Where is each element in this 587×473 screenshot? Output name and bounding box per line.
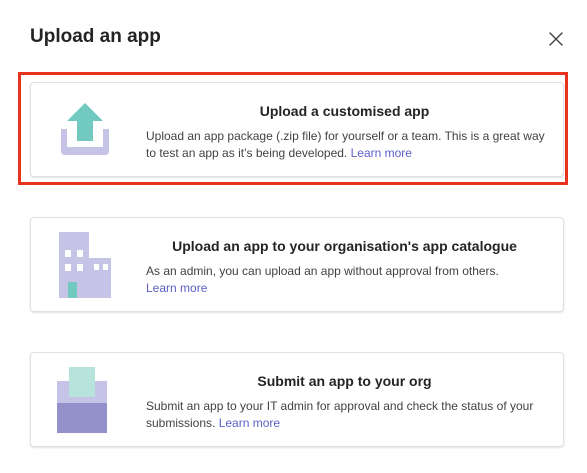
close-icon: [549, 32, 563, 46]
dialog-title: Upload an app: [30, 26, 161, 47]
option-title: Submit an app to your org: [257, 373, 432, 389]
option-description: As an admin, you can upload an app witho…: [146, 263, 545, 296]
building-icon: [55, 232, 115, 298]
upload-app-dialog: Upload an app Upload a customised app Up…: [0, 0, 587, 473]
option-title: Upload a customised app: [259, 103, 430, 119]
inbox-submit-icon: [55, 367, 115, 433]
close-button[interactable]: [545, 28, 567, 50]
option-upload-org-catalogue[interactable]: Upload an app to your organisation's app…: [30, 217, 564, 312]
option-description-text: Submit an app to your IT admin for appro…: [146, 399, 534, 430]
option-title: Upload an app to your organisation's app…: [172, 238, 517, 254]
option-description-text: Upload an app package (.zip file) for yo…: [146, 129, 545, 160]
option-description: Submit an app to your IT admin for appro…: [146, 398, 545, 431]
learn-more-link[interactable]: Learn more: [351, 146, 412, 160]
option-description-text: As an admin, you can upload an app witho…: [146, 264, 499, 278]
option-upload-customised-app[interactable]: Upload a customised app Upload an app pa…: [30, 82, 564, 177]
option-submit-to-org[interactable]: Submit an app to your org Submit an app …: [30, 352, 564, 447]
learn-more-link[interactable]: Learn more: [146, 281, 207, 295]
upload-tray-icon: [55, 99, 115, 159]
option-description: Upload an app package (.zip file) for yo…: [146, 128, 545, 161]
learn-more-link[interactable]: Learn more: [219, 416, 280, 430]
